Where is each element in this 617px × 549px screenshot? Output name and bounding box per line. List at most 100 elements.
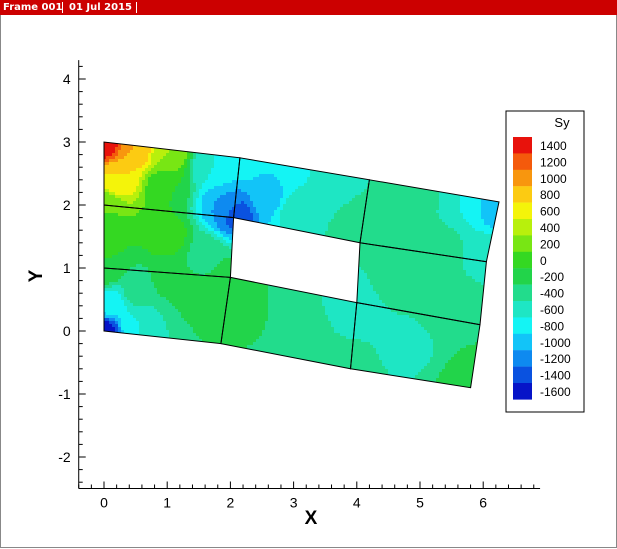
field-cell (274, 153, 278, 157)
field-cell (253, 366, 257, 370)
field-cell (163, 381, 167, 385)
field-cell (250, 351, 254, 355)
field-cell (100, 273, 104, 277)
field-cell (259, 225, 263, 229)
field-cell (229, 366, 233, 370)
field-cell (133, 360, 137, 364)
field-cell (247, 357, 251, 361)
field-cell (241, 234, 245, 238)
field-cell (244, 225, 248, 229)
field-cell (133, 378, 137, 382)
field-cell (184, 360, 188, 364)
field-cell (193, 363, 197, 367)
field-cell (124, 366, 128, 370)
field-cell (244, 264, 248, 268)
field-cell (199, 357, 203, 361)
field-cell (268, 357, 272, 361)
field-cell (265, 264, 269, 268)
field-cell (238, 378, 242, 382)
field-cell (148, 351, 152, 355)
field-cell (181, 138, 185, 142)
field-cell (220, 369, 224, 373)
field-cell (220, 357, 224, 361)
field-cell (244, 276, 248, 280)
field-cell (262, 378, 266, 382)
field-cell (238, 246, 242, 250)
field-cell (262, 237, 266, 241)
field-cell (256, 258, 260, 262)
field-cell (235, 273, 239, 277)
field-cell (124, 372, 128, 376)
field-cell (247, 270, 251, 274)
field-cell (190, 138, 194, 142)
field-cell (223, 369, 227, 373)
field-cell (139, 142, 143, 145)
field-cell (139, 375, 143, 379)
field-cell (256, 387, 260, 388)
field-cell (268, 246, 272, 250)
field-cell (202, 354, 206, 358)
field-cell (106, 363, 110, 367)
field-cell (175, 339, 179, 343)
field-cell (232, 150, 236, 154)
field-cell (184, 381, 188, 385)
field-cell (190, 363, 194, 367)
field-cell (193, 381, 197, 385)
field-cell (166, 354, 170, 358)
field-cell (154, 387, 158, 388)
field-cell (196, 366, 200, 370)
field-cell (109, 348, 113, 352)
field-cell (106, 333, 110, 337)
field-cell (175, 144, 179, 148)
field-cell (214, 378, 218, 382)
field-cell (235, 390, 239, 394)
field-cell (163, 366, 167, 370)
field-cell (238, 237, 242, 241)
field-cell (172, 348, 176, 352)
field-cell (163, 138, 167, 142)
field-cell (265, 378, 269, 382)
field-cell (157, 339, 161, 343)
field-cell (256, 357, 260, 361)
field-cell (104, 348, 107, 352)
field-cell (169, 372, 173, 376)
field-cell (100, 195, 104, 199)
field-cell (124, 384, 128, 388)
field-cell (226, 348, 230, 352)
field-cell (104, 345, 107, 349)
field-cell (208, 375, 212, 379)
field-cell (259, 153, 263, 157)
field-cell (271, 276, 275, 280)
field-cell (166, 372, 170, 376)
field-cell (193, 142, 197, 145)
field-cell (262, 258, 266, 262)
field-cell (262, 234, 266, 238)
field-cell (127, 384, 131, 388)
field-cell (253, 153, 257, 157)
field-cell (100, 315, 104, 319)
field-cell (172, 345, 176, 349)
field-cell (127, 387, 131, 388)
field-cell (160, 384, 164, 388)
field-cell (145, 345, 149, 349)
field-cell (250, 264, 254, 268)
field-cell (250, 357, 254, 361)
field-cell (259, 261, 263, 265)
field-cell (100, 186, 104, 190)
field-cell (214, 357, 218, 361)
field-cell (241, 267, 245, 271)
field-cell (121, 138, 125, 142)
field-cell (190, 378, 194, 382)
field-cell (139, 369, 143, 373)
field-cell (205, 384, 209, 388)
field-cell (262, 243, 266, 247)
field-cell (250, 267, 254, 271)
field-cell (268, 228, 272, 232)
field-cell (115, 363, 119, 367)
field-cell (100, 240, 104, 244)
field-cell (181, 354, 185, 358)
field-cell (214, 345, 218, 349)
field-cell (100, 372, 104, 376)
field-cell (100, 363, 104, 367)
field-cell (229, 372, 233, 376)
